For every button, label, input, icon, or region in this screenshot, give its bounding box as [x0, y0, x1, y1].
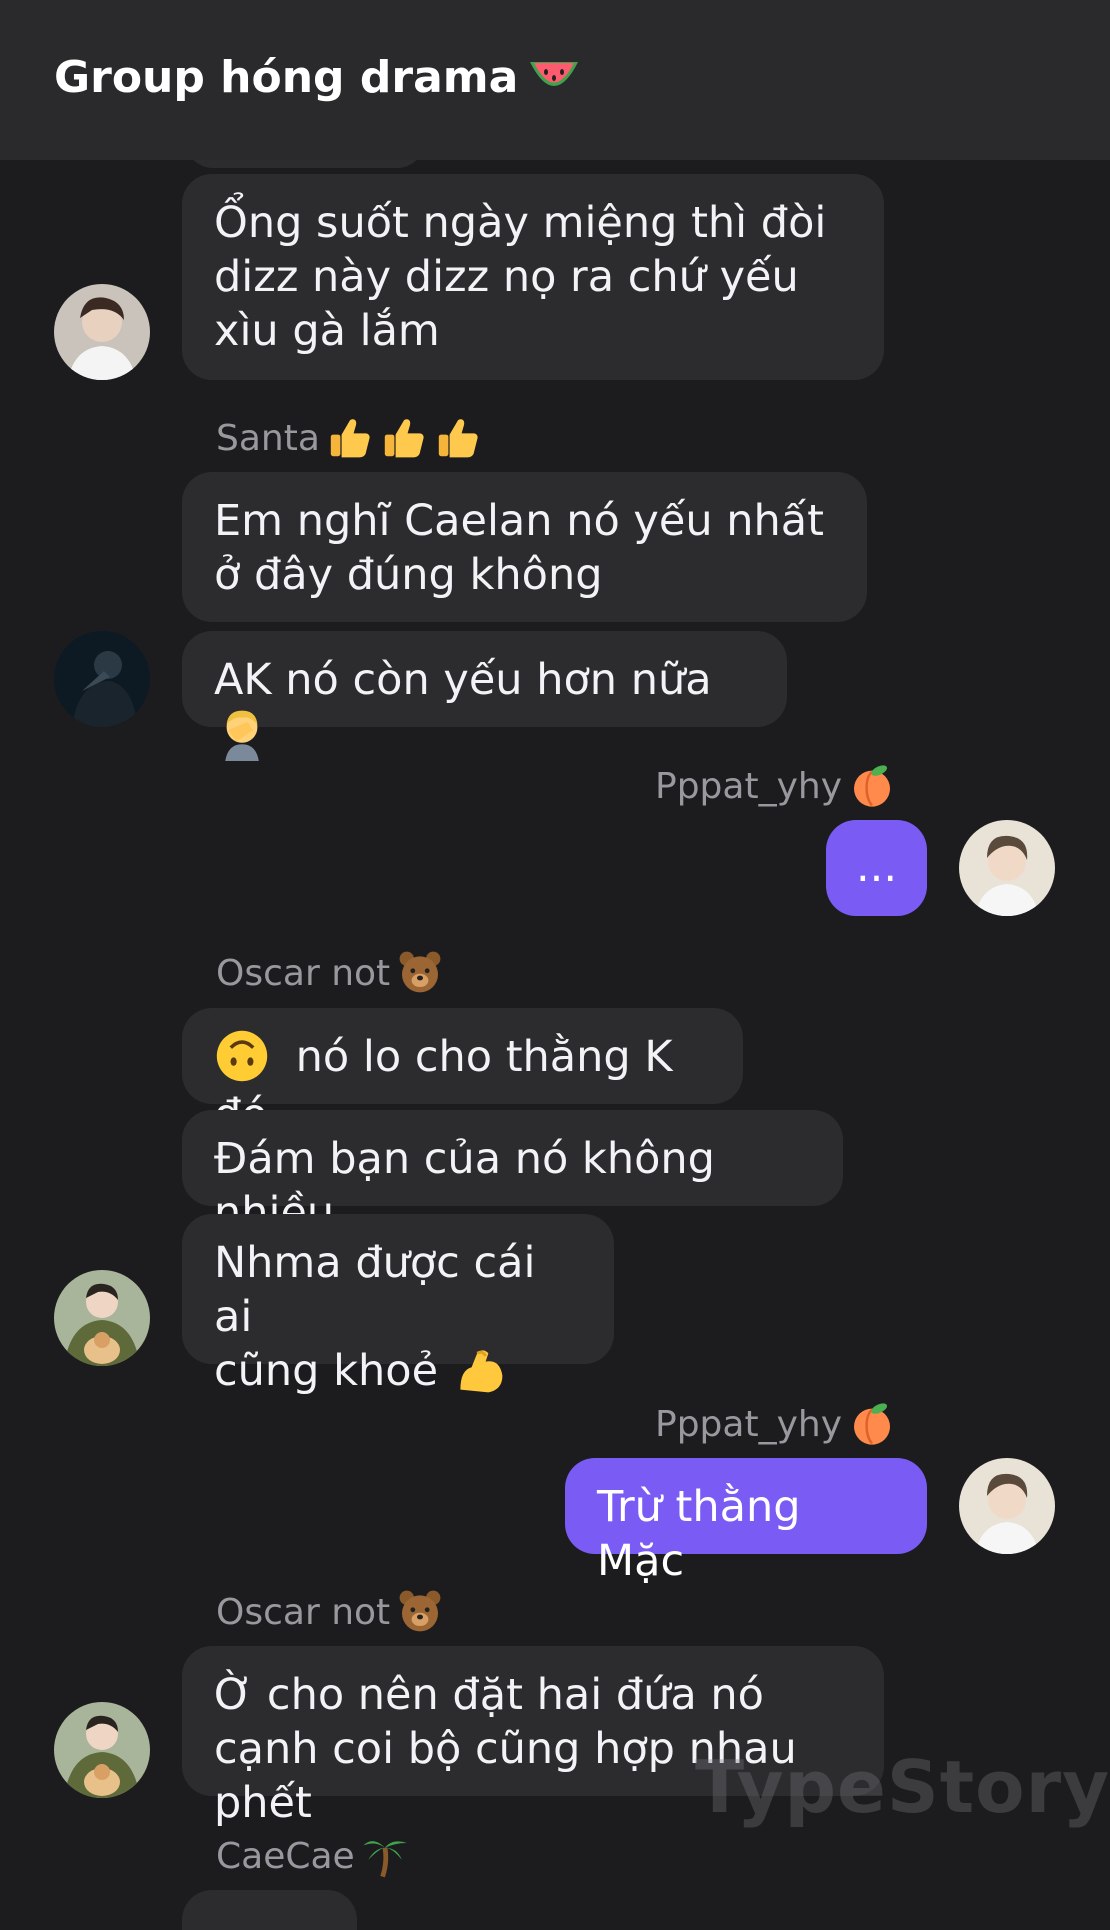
message-line-2: cũng khoẻ [214, 1344, 582, 1402]
message-text: AK nó còn yếu hơn nữa [214, 655, 712, 705]
peach-icon [848, 761, 896, 809]
message-text: Trừ thằng Mặc [597, 1482, 801, 1586]
avatar-pppat[interactable] [959, 820, 1055, 916]
sender-name-pppat: Pppat_yhy [655, 764, 896, 812]
thumbs-up-icon [380, 413, 428, 461]
message-bubble[interactable]: Ổng suốt ngày miệng thì đòi dizz này diz… [182, 174, 884, 380]
avatar-oscar[interactable] [54, 1270, 150, 1366]
sender-name-santa: Santa [216, 416, 482, 464]
message-bubble[interactable]: nó lo cho thằng K đó [182, 1008, 743, 1140]
sender-name-pppat: Pppat_yhy [655, 1402, 896, 1450]
message-bubble[interactable]: Đám bạn của nó không nhiều [182, 1110, 843, 1238]
bear-icon [396, 948, 444, 996]
avatar-user-1[interactable] [54, 284, 150, 380]
message-line-1: Nhma được cái ai [214, 1238, 536, 1342]
sender-name-oscar: Oscar not [216, 951, 444, 999]
message-bubble[interactable]: AK nó còn yếu hơn nữa [182, 631, 787, 761]
chat-header: Group hóng drama [0, 0, 1110, 160]
thumbs-up-icon [434, 413, 482, 461]
sender-name-oscar: Oscar not [216, 1590, 444, 1638]
watermark: TypeStory [695, 1745, 1110, 1829]
message-text: Ổng suốt ngày miệng thì đòi dizz này diz… [214, 198, 827, 356]
flexed-biceps-icon [460, 1349, 503, 1392]
message-bubble-mine[interactable]: Trừ thằng Mặc [565, 1458, 927, 1586]
peach-icon [848, 1399, 896, 1447]
sender-name-caecae: CaeCae [216, 1834, 409, 1882]
bear-icon [396, 1587, 444, 1635]
message-bubble-mine[interactable]: ... [826, 820, 927, 916]
next-bubble-edge [182, 1890, 357, 1930]
message-bubble[interactable]: Em nghĩ Caelan nó yếu nhất ở đây đúng kh… [182, 472, 867, 622]
message-bubble[interactable]: Nhma được cái ai cũng khoẻ [182, 1214, 614, 1396]
group-title[interactable]: Group hóng drama [54, 52, 582, 103]
message-text: ... [855, 842, 897, 892]
thumbs-up-icon [326, 413, 374, 461]
avatar-pppat[interactable] [959, 1458, 1055, 1554]
facepalm-icon [225, 710, 259, 761]
message-text: Em nghĩ Caelan nó yếu nhất ở đây đúng kh… [214, 496, 824, 600]
group-title-text: Group hóng drama [54, 52, 519, 103]
upside-down-face-icon [216, 1030, 268, 1081]
avatar-santa[interactable] [54, 631, 150, 727]
watermelon-icon [530, 62, 579, 86]
avatar-oscar[interactable] [54, 1702, 150, 1798]
palm-tree-icon [363, 1841, 407, 1878]
